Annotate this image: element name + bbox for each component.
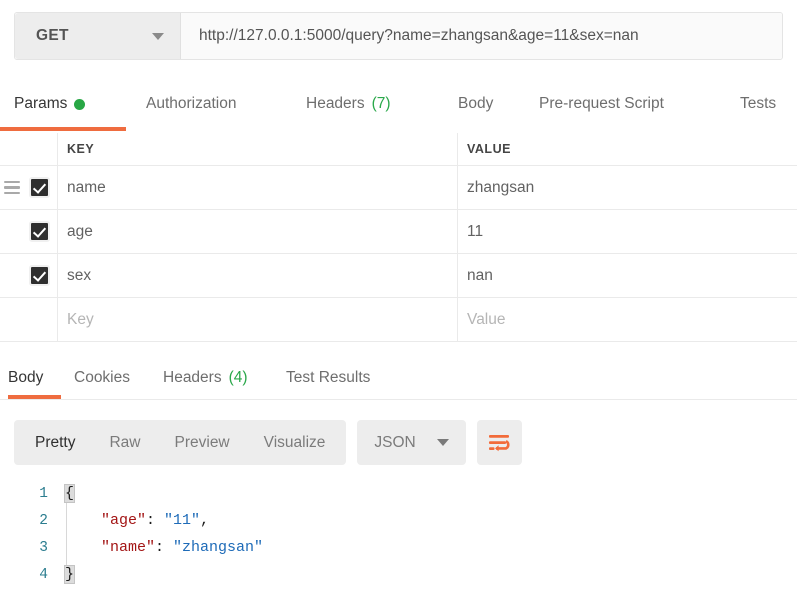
header-checkbox-cell	[0, 133, 58, 165]
url-input[interactable]: http://127.0.0.1:5000/query?name=zhangsa…	[181, 13, 782, 59]
http-method-dropdown[interactable]: GET	[15, 13, 181, 59]
response-tab-bar: Body Cookies Headers (4) Test Results	[0, 366, 797, 402]
param-value-input[interactable]: 11	[458, 210, 797, 253]
drag-handle-icon[interactable]	[4, 180, 20, 195]
open-brace: {	[63, 484, 76, 503]
params-active-dot-icon	[74, 98, 86, 110]
response-tab-body-label: Body	[8, 369, 44, 386]
param-value-input[interactable]: zhangsan	[458, 166, 797, 209]
response-tab-cookies-label: Cookies	[74, 369, 130, 386]
view-mode-pretty[interactable]: Pretty	[18, 434, 92, 452]
code-content: "age": "11",	[101, 512, 210, 529]
response-tab-headers-label: Headers	[163, 369, 222, 386]
response-tab-headers-count: (4)	[228, 369, 248, 386]
code-content: "name": "zhangsan"	[101, 539, 264, 556]
view-mode-group: Pretty Raw Preview Visualize	[14, 420, 347, 465]
code-content: }	[62, 565, 76, 584]
json-key: "name"	[101, 539, 156, 556]
line-number: 1	[39, 485, 48, 502]
response-tab-test-results-label: Test Results	[286, 369, 371, 386]
row-enabled-checkbox[interactable]	[29, 177, 50, 198]
request-url-bar: GET http://127.0.0.1:5000/query?name=zha…	[14, 12, 783, 60]
word-wrap-button[interactable]	[476, 420, 522, 465]
code-line: 1 {	[0, 480, 797, 507]
view-mode-visualize[interactable]: Visualize	[247, 434, 343, 452]
param-key-input[interactable]: age	[58, 210, 458, 253]
http-method-label: GET	[36, 27, 69, 44]
line-number: 2	[39, 512, 48, 529]
row-enabled-checkbox[interactable]	[29, 265, 50, 286]
chevron-down-icon	[152, 32, 164, 40]
view-mode-preview[interactable]: Preview	[158, 434, 247, 452]
chevron-down-icon	[436, 439, 449, 446]
line-number: 3	[39, 539, 48, 556]
tab-authorization[interactable]: Authorization	[146, 92, 236, 113]
response-view-toolbar: Pretty Raw Preview Visualize JSON	[14, 420, 522, 465]
active-tab-indicator	[0, 127, 126, 131]
response-tab-body[interactable]: Body	[8, 366, 43, 387]
param-key-input[interactable]: name	[58, 166, 458, 209]
column-header-key: KEY	[58, 133, 458, 165]
word-wrap-icon	[489, 434, 510, 451]
table-header-row: KEY VALUE	[0, 133, 797, 166]
new-param-value-input[interactable]: Value	[458, 298, 797, 341]
tab-params-label: Params	[14, 95, 68, 112]
json-punct: ,	[200, 512, 210, 529]
tab-headers[interactable]: Headers (7)	[306, 92, 391, 113]
tab-tests-label: Tests	[740, 95, 777, 112]
response-format-label: JSON	[374, 433, 416, 451]
row-control-cell	[0, 210, 58, 253]
params-table: KEY VALUE name zhangsan age 11 sex nan K…	[0, 133, 797, 342]
response-tab-test-results[interactable]: Test Results	[286, 366, 370, 387]
tab-headers-label: Headers	[306, 95, 365, 112]
json-value: "11"	[164, 512, 201, 529]
column-header-value: VALUE	[467, 142, 511, 156]
row-control-cell	[0, 254, 58, 297]
tab-headers-count: (7)	[371, 95, 391, 112]
tab-pre-request-script[interactable]: Pre-request Script	[539, 92, 664, 113]
request-tab-bar: Params Authorization Headers (7) Body Pr…	[0, 92, 797, 132]
table-row-new: Key Value	[0, 298, 797, 342]
view-mode-raw[interactable]: Raw	[92, 434, 157, 452]
param-key-input[interactable]: sex	[58, 254, 458, 297]
tab-params[interactable]: Params	[14, 92, 86, 113]
json-value: "zhangsan"	[173, 539, 264, 556]
tab-pre-request-script-label: Pre-request Script	[539, 95, 664, 112]
code-line: 4 }	[0, 561, 797, 588]
response-body-viewer[interactable]: 1 { 2 "age": "11", 3 "name": "zhangsan" …	[0, 480, 797, 607]
tab-authorization-label: Authorization	[146, 95, 237, 112]
row-control-cell	[0, 298, 58, 341]
table-row: sex nan	[0, 254, 797, 298]
row-enabled-checkbox[interactable]	[29, 221, 50, 242]
response-tab-cookies[interactable]: Cookies	[74, 366, 130, 387]
tab-tests[interactable]: Tests	[740, 92, 776, 113]
response-tab-divider	[0, 399, 797, 400]
param-value-input[interactable]: nan	[458, 254, 797, 297]
response-format-dropdown[interactable]: JSON	[357, 420, 466, 465]
row-control-cell	[0, 166, 58, 209]
code-line: 2 "age": "11",	[0, 507, 797, 534]
table-row: name zhangsan	[0, 166, 797, 210]
response-tab-headers[interactable]: Headers (4)	[163, 366, 248, 387]
line-number: 4	[39, 566, 48, 583]
code-content: {	[62, 484, 76, 503]
new-param-key-input[interactable]: Key	[58, 298, 458, 341]
table-row: age 11	[0, 210, 797, 254]
code-line: 3 "name": "zhangsan"	[0, 534, 797, 561]
tab-body-label: Body	[458, 95, 494, 112]
close-brace: }	[63, 565, 76, 584]
tab-body[interactable]: Body	[458, 92, 493, 113]
active-response-tab-indicator	[8, 395, 61, 399]
json-key: "age"	[101, 512, 147, 529]
